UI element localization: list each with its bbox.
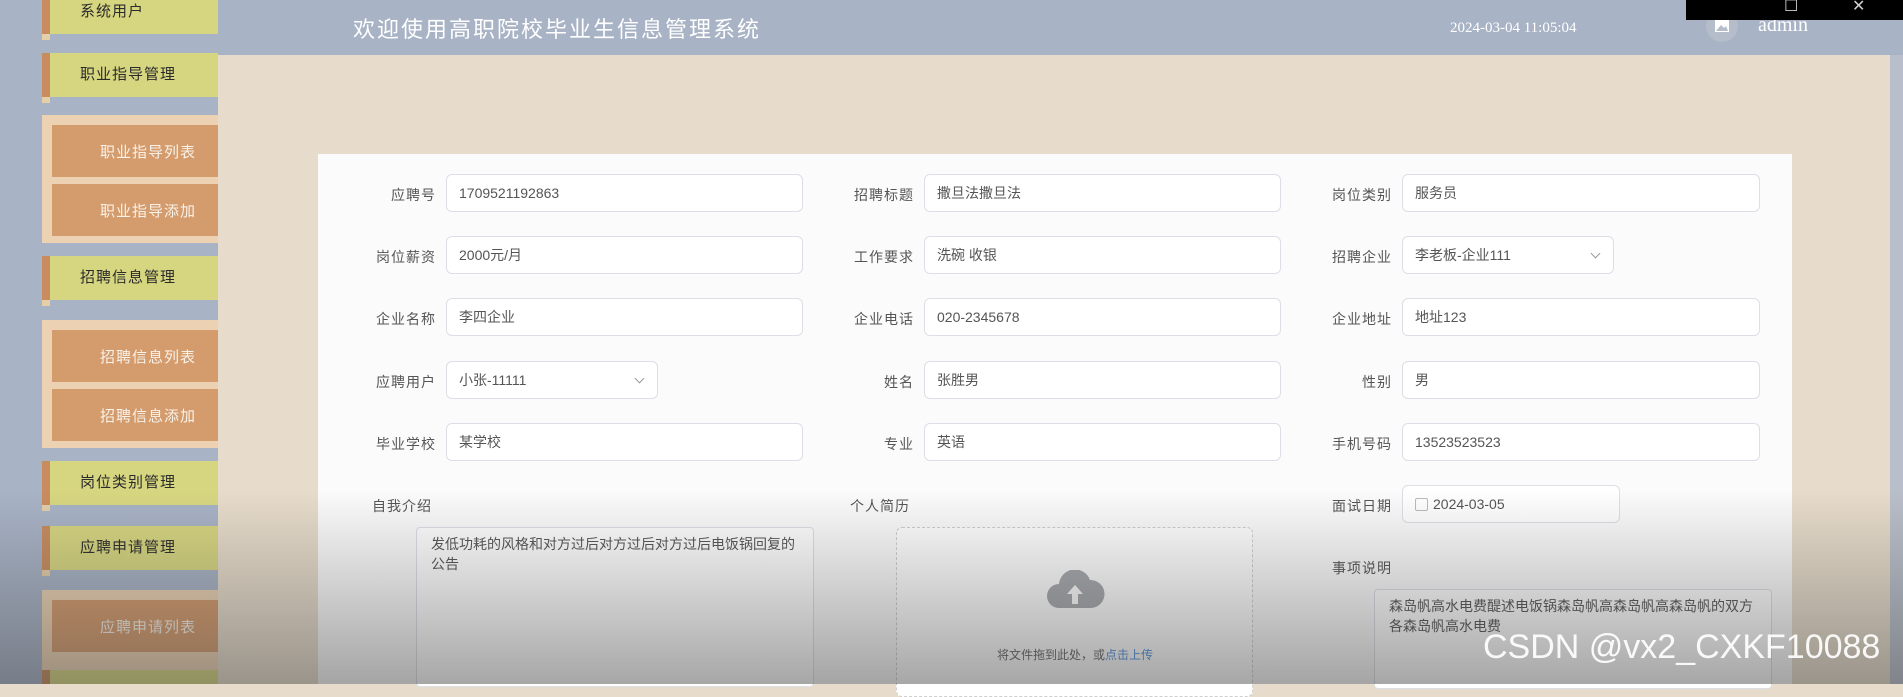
sidebar-item-label: 招聘信息管理 [80,268,177,286]
label-company-address: 企业地址 [1332,312,1392,328]
sidebar-item-label: 职业指导添加 [100,202,197,220]
sidebar-item-recruitment-add[interactable]: 招聘信息添加 [52,389,218,441]
interview-date-picker[interactable]: 2024-03-05 [1402,485,1620,523]
detail-form: 应聘号 1709521192863 招聘标题 撒旦法撒旦法 岗位类别 服务员 岗… [318,154,1792,697]
sidebar-item-label: 职业指导管理 [80,65,177,83]
watermark: CSDN @vx2_CXKF10088 [1483,628,1881,666]
sidebar-item-position-types[interactable]: 岗位类别管理 [42,461,218,511]
applicant-user-select[interactable]: 小张-11111 [446,361,658,399]
sidebar-item-label: 系统用户 [80,2,145,20]
label-gender: 性别 [1362,375,1392,391]
page-title: 欢迎使用高职院校毕业生信息管理系统 [353,18,762,43]
label-mobile: 手机号码 [1332,437,1392,453]
label-recruit-title: 招聘标题 [854,188,914,204]
label-position-type: 岗位类别 [1332,188,1392,204]
sidebar-item-career-guidance-add[interactable]: 职业指导添加 [52,184,218,236]
label-major: 专业 [884,437,914,453]
label-interview-date: 面试日期 [1332,499,1392,515]
label-recruit-company: 招聘企业 [1332,250,1392,266]
sidebar-item-career-guidance-list[interactable]: 职业指导列表 [52,125,218,177]
sidebar: 系统用户 职业指导管理 职业指导列表 职业指导添加 招聘信息管理 招聘信息列表 … [0,0,218,684]
window-controls: ☐ ✕ [1686,0,1903,20]
sidebar-item-label: 招聘信息列表 [100,348,197,366]
recruit-title-field[interactable]: 撒旦法撒旦法 [924,174,1281,212]
current-datetime: 2024-03-04 11:05:04 [1450,20,1577,36]
label-application-no: 应聘号 [391,188,436,204]
name-field[interactable]: 张胜男 [924,361,1281,399]
recruit-company-select[interactable]: 李老板-企业111 [1402,236,1614,274]
sidebar-item-next[interactable] [42,670,218,684]
company-phone-field[interactable]: 020-2345678 [924,298,1281,336]
sidebar-item-recruitment[interactable]: 招聘信息管理 [42,256,218,306]
maximize-icon[interactable]: ☐ [1784,0,1798,15]
calendar-icon [1415,498,1428,511]
sidebar-item-application-list[interactable]: 应聘申请列表 [52,600,218,652]
major-field[interactable]: 英语 [924,423,1281,461]
mobile-field[interactable]: 13523523523 [1402,423,1760,461]
recruit-company-value: 李老板-企业111 [1415,247,1511,263]
label-school: 毕业学校 [376,437,436,453]
sidebar-item-career-guidance[interactable]: 职业指导管理 [42,53,218,103]
sidebar-item-label: 应聘申请列表 [100,618,197,636]
label-company-phone: 企业电话 [854,312,914,328]
company-address-field[interactable]: 地址123 [1402,298,1760,336]
upload-cloud-icon [1047,570,1105,608]
upload-hint: 将文件拖到此处，或点击上传 [897,646,1253,663]
company-name-field[interactable]: 李四企业 [446,298,803,336]
requirements-field[interactable]: 洗碗 收银 [924,236,1281,274]
sidebar-item-recruitment-list[interactable]: 招聘信息列表 [52,330,218,382]
upload-link[interactable]: 点击上传 [1105,648,1153,662]
sidebar-item-applications[interactable]: 应聘申请管理 [42,526,218,576]
label-company-name: 企业名称 [376,312,436,328]
label-notes: 事项说明 [1332,561,1392,577]
label-name: 姓名 [884,375,914,391]
label-resume: 个人简历 [850,499,910,515]
sidebar-item-label: 职业指导列表 [100,143,197,161]
sidebar-item-label: 岗位类别管理 [80,473,177,491]
applicant-user-value: 小张-11111 [459,372,527,388]
upload-hint-text: 将文件拖到此处，或 [996,648,1105,662]
scrollbar[interactable] [1890,55,1903,684]
label-salary: 岗位薪资 [376,250,436,266]
sidebar-item-system-users[interactable]: 系统用户 [42,0,218,40]
salary-field[interactable]: 2000元/月 [446,236,803,274]
position-type-field[interactable]: 服务员 [1402,174,1760,212]
sidebar-item-label: 应聘申请管理 [80,538,177,556]
school-field[interactable]: 某学校 [446,423,803,461]
gender-field[interactable]: 男 [1402,361,1760,399]
resume-upload-area[interactable]: 将文件拖到此处，或点击上传 [896,527,1253,697]
label-requirements: 工作要求 [854,250,914,266]
application-no-field[interactable]: 1709521192863 [446,174,803,212]
label-self-intro: 自我介绍 [372,499,432,515]
interview-date-value: 2024-03-05 [1433,496,1505,512]
sidebar-item-label: 招聘信息添加 [100,407,197,425]
self-intro-textarea[interactable]: 发低功耗的风格和对方过后对方过后对方过后电饭锅回复的公告 [416,527,814,687]
close-icon[interactable]: ✕ [1852,0,1865,15]
label-applicant-user: 应聘用户 [376,375,436,391]
